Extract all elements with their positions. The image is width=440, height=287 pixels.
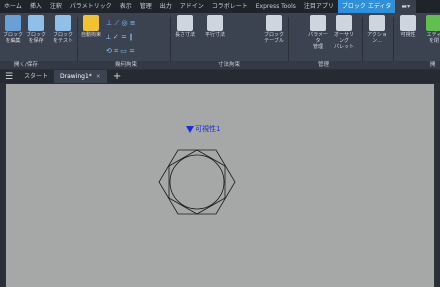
- horizontal-dim-button[interactable]: 長さ寸法: [174, 15, 196, 38]
- tab-annotate[interactable]: 注釈: [46, 0, 66, 13]
- tab-block-editor[interactable]: ブロック エディタ: [337, 0, 396, 13]
- close-tab-icon[interactable]: ×: [96, 73, 101, 80]
- drawing-svg: [158, 149, 236, 215]
- visibility-grip-icon[interactable]: [186, 125, 194, 133]
- tab-addins[interactable]: アドイン: [176, 0, 208, 13]
- ribbon-panel-labels: 開く/保存 幾何拘束 寸法拘束 管理 開: [0, 61, 440, 69]
- circle-shape: [169, 154, 225, 210]
- tab-view[interactable]: 表示: [116, 0, 136, 13]
- drawing-canvas[interactable]: [6, 84, 434, 287]
- geometric-constraint-icons[interactable]: ⊥ ⟋ ◎ ≡: [106, 19, 136, 28]
- document-tab-bar: ☰ スタート Drawing1* × +: [0, 70, 440, 83]
- param-manager-button[interactable]: パラメータ 管理: [307, 15, 329, 50]
- tab-featured-apps[interactable]: 注目アプリ: [300, 0, 338, 13]
- block-save-icon: [28, 15, 44, 31]
- visibility-parameter[interactable]: 可視性1: [186, 124, 220, 134]
- tab-drawing1[interactable]: Drawing1* ×: [54, 70, 107, 83]
- menu-icon[interactable]: ☰: [0, 72, 18, 82]
- check-icon: [426, 15, 440, 31]
- authoring-palette-button[interactable]: オーサリング パレット: [333, 15, 355, 50]
- panel-dimensional[interactable]: 寸法拘束: [218, 61, 240, 69]
- block-test-button[interactable]: ブロック をテスト: [52, 15, 74, 44]
- new-tab-icon[interactable]: +: [107, 71, 127, 82]
- panel-open-save[interactable]: 開く/保存: [14, 61, 38, 69]
- aligned-dimension-icon: [207, 15, 223, 31]
- action-icon: [369, 15, 385, 31]
- geometric-constraint-icons-2[interactable]: ⟂ ✓ = ∥: [106, 33, 133, 42]
- tab-manage[interactable]: 管理: [136, 0, 156, 13]
- block-edit-icon: [5, 15, 21, 31]
- tab-output[interactable]: 出力: [156, 0, 176, 13]
- tab-parametric[interactable]: パラメトリック: [66, 0, 116, 13]
- aligned-dim-button[interactable]: 平行寸法: [204, 15, 226, 38]
- close-editor-button[interactable]: エディ を閉: [423, 15, 440, 44]
- visibility-icon: [400, 15, 416, 31]
- authoring-palette-icon: [336, 15, 352, 31]
- tab-home[interactable]: ホーム: [0, 0, 26, 13]
- block-table-button[interactable]: ブロック テーブル: [263, 15, 285, 44]
- menu-bar: ホーム 挿入 注釈 パラメトリック 表示 管理 出力 アドイン コラボレート E…: [0, 0, 440, 13]
- panel-geometric[interactable]: 幾何拘束: [115, 61, 137, 69]
- geometric-constraint-icons-3[interactable]: ⟲ ⌗ ▭ =: [106, 47, 135, 56]
- panel-close[interactable]: 開: [430, 61, 436, 69]
- block-test-icon: [55, 15, 71, 31]
- fx-icon: [310, 15, 326, 31]
- right-frame: [434, 84, 440, 287]
- visibility-button[interactable]: 可視性: [397, 15, 419, 38]
- tab-insert[interactable]: 挿入: [26, 0, 46, 13]
- tab-start[interactable]: スタート: [18, 70, 54, 83]
- block-save-button[interactable]: ブロック を保存: [25, 15, 47, 44]
- auto-constrain-button[interactable]: 自動拘束: [80, 15, 102, 38]
- linear-dimension-icon: [177, 15, 193, 31]
- hexagon-shape: [168, 149, 226, 215]
- auto-constrain-icon: [83, 15, 99, 31]
- panel-manage[interactable]: 管理: [318, 61, 329, 69]
- tab-collaborate[interactable]: コラボレート: [208, 0, 252, 13]
- block-edit-button[interactable]: ブロック を編集: [2, 15, 24, 44]
- workspace-toggle-icon[interactable]: ▬▾: [395, 0, 417, 13]
- tab-express-tools[interactable]: Express Tools: [252, 0, 300, 13]
- visibility-label: 可視性1: [195, 125, 221, 133]
- action-button[interactable]: アクション...: [366, 15, 388, 44]
- block-table-icon: [266, 15, 282, 31]
